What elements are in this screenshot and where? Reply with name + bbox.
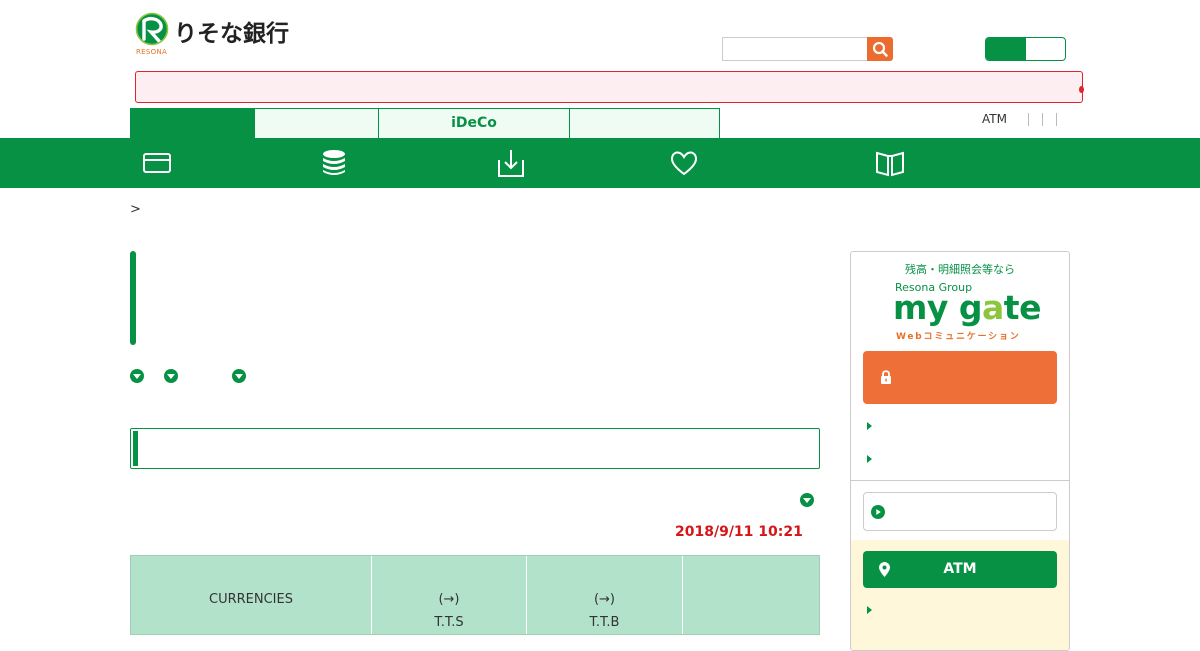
logo-subtext: RESONA (136, 48, 168, 56)
sidebar-divider (851, 480, 1069, 481)
column-header-label: (→) (593, 592, 616, 607)
resona-logo[interactable]: りそな銀行 RESONA (135, 12, 305, 58)
login-button[interactable] (863, 351, 1057, 404)
util-separator (1042, 113, 1043, 126)
page-title-accent (130, 251, 136, 345)
column-header-other (683, 556, 819, 634)
map-pin-icon (879, 562, 890, 577)
sidebar-outline-button[interactable] (863, 492, 1057, 531)
card-icon[interactable] (142, 148, 172, 178)
search-button[interactable] (867, 37, 893, 61)
heart-icon[interactable] (669, 148, 699, 178)
main-navigation (0, 138, 1200, 188)
toggle-active-option[interactable] (986, 38, 1026, 60)
column-header-label: (→) (438, 592, 460, 607)
mygate-caption: 残高・明細照会等なら (905, 263, 1015, 276)
section-heading-accent (133, 431, 138, 466)
book-icon[interactable] (875, 148, 905, 178)
anchor-link-3-chevron-icon[interactable] (232, 369, 246, 383)
tab-ideco[interactable]: iDeCo (378, 108, 570, 138)
mygate-subtitle: Webコミュニケーション (896, 332, 1021, 342)
notice-indicator (1079, 86, 1084, 93)
breadcrumb: > (130, 202, 141, 217)
column-header-sublabel: T.T.S (434, 615, 464, 630)
mygate-logo-part: my g (893, 288, 983, 327)
column-header-label: CURRENCIES (209, 592, 293, 607)
column-header-tts: (→) T.T.S (372, 556, 527, 634)
download-icon[interactable] (496, 148, 526, 178)
tab-other[interactable] (569, 108, 720, 138)
search-input[interactable] (722, 37, 868, 61)
link-2-arrow-icon[interactable] (867, 455, 872, 463)
mygate-logo-part: te (1003, 288, 1042, 327)
util-link-atm[interactable]: ATM (982, 112, 1007, 126)
anchor-link-2-chevron-icon[interactable] (164, 369, 178, 383)
notice-bar[interactable] (135, 71, 1084, 103)
mygate-logo[interactable]: my gate (893, 288, 1041, 327)
column-header-currencies: CURRENCIES (131, 556, 372, 634)
logo-wordmark: りそな銀行 (174, 21, 289, 47)
coins-icon[interactable] (319, 148, 349, 178)
section-heading (130, 428, 820, 469)
atm-button-label: ATM (943, 561, 977, 577)
mygate-logo-part: a (982, 288, 1004, 327)
link-1-arrow-icon[interactable] (867, 422, 872, 430)
anchor-link-1-chevron-icon[interactable] (130, 369, 144, 383)
rate-table-header: CURRENCIES (→) T.T.S (→) T.T.B (130, 555, 820, 635)
tab-personal[interactable] (130, 108, 255, 138)
util-separator (1028, 113, 1029, 126)
sidebar-mygate: 残高・明細照会等なら Resona Group my gate Webコミュニケ… (850, 251, 1070, 651)
link-3-arrow-icon[interactable] (867, 606, 872, 614)
tab-business[interactable] (254, 108, 379, 138)
play-circle-icon (871, 505, 885, 519)
util-separator (1056, 113, 1057, 126)
rate-timestamp: 2018/9/11 10:21 (675, 524, 803, 540)
lock-icon (881, 370, 891, 384)
column-header-sublabel: T.T.B (589, 615, 620, 630)
language-toggle[interactable] (985, 37, 1066, 61)
section-toggle-chevron-icon[interactable] (800, 493, 814, 507)
column-header-ttb: (→) T.T.B (527, 556, 683, 634)
resona-logo-mark-icon (135, 12, 169, 46)
search-icon (872, 41, 888, 57)
atm-search-button[interactable]: ATM (863, 551, 1057, 588)
